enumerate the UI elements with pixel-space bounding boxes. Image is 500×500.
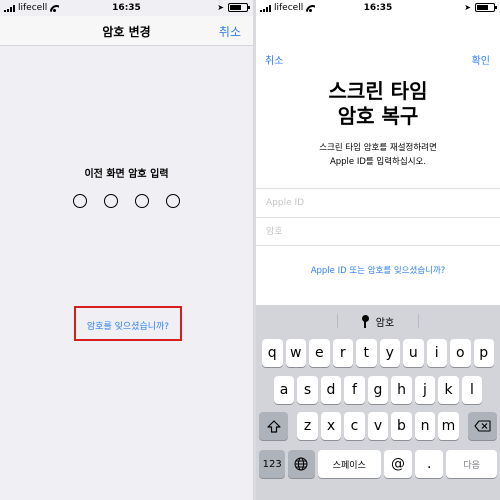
description-line: Apple ID를 입력하십시오. xyxy=(329,157,427,167)
key-y[interactable]: y xyxy=(379,339,400,367)
battery-icon xyxy=(228,3,250,12)
passcode-dot xyxy=(166,194,180,208)
passcode-dot xyxy=(135,194,149,208)
key-s[interactable]: s xyxy=(297,376,318,404)
numbers-key[interactable]: 123 xyxy=(259,450,286,478)
key-a[interactable]: a xyxy=(273,376,295,404)
key-e[interactable]: e xyxy=(309,339,330,367)
at-key[interactable]: @ xyxy=(383,450,413,478)
key-k[interactable]: k xyxy=(438,376,459,404)
backspace-icon xyxy=(474,420,491,432)
title-line: 암호 복구 xyxy=(337,104,419,128)
suggestion-password: 암호 xyxy=(375,317,395,329)
cancel-button[interactable]: 취소 xyxy=(219,23,241,40)
key-q[interactable]: q xyxy=(262,339,283,367)
battery-icon xyxy=(475,3,497,12)
key-w[interactable]: w xyxy=(285,339,306,367)
title-line: 스크린 타임 xyxy=(328,79,428,103)
globe-key[interactable] xyxy=(288,450,315,478)
key-n[interactable]: n xyxy=(414,412,436,440)
suggestion-divider xyxy=(418,314,419,328)
password-input[interactable] xyxy=(256,218,500,245)
apple-id-input[interactable] xyxy=(256,189,500,217)
right-screen: lifecell 16:35 ➤ 취소 확인 스크린 타임 암호 복구 스크린 … xyxy=(256,0,500,500)
passcode-prompt: 이전 화면 암호 입력 xyxy=(84,169,169,180)
keyboard-row-3: z x c v b n m xyxy=(256,412,500,440)
status-bar: lifecell 16:35 ➤ xyxy=(256,0,500,16)
description-line: 스크린 타임 암호를 재설정하려면 xyxy=(319,143,437,153)
highlight-box: 암호를 잊으셨습니까? xyxy=(74,306,182,341)
keyboard-row-1: q w e r t y u i o p xyxy=(256,339,500,367)
suggestion-divider xyxy=(337,314,338,328)
page-title: 암호 변경 xyxy=(102,25,151,39)
space-key[interactable]: 스페이스 xyxy=(317,450,381,478)
key-v[interactable]: v xyxy=(367,412,389,440)
forgot-apple-id-link[interactable]: Apple ID 또는 암호를 잊으셨습니까? xyxy=(256,264,500,276)
key-l[interactable]: l xyxy=(461,376,483,404)
key-u[interactable]: u xyxy=(403,339,424,367)
location-icon: ➤ xyxy=(217,3,224,12)
apple-id-field-row xyxy=(256,188,500,217)
key-r[interactable]: r xyxy=(332,339,353,367)
key-x[interactable]: x xyxy=(320,412,342,440)
keyboard-row-2: a s d f g h j k l xyxy=(256,376,500,404)
delete-key[interactable] xyxy=(468,412,497,440)
key-c[interactable]: c xyxy=(344,412,365,440)
globe-icon xyxy=(294,457,308,471)
key-d[interactable]: d xyxy=(320,376,342,404)
shift-icon xyxy=(266,419,281,433)
key-icon xyxy=(361,314,370,328)
cancel-button[interactable]: 취소 xyxy=(265,52,283,67)
keyboard: 암호 q w e r t y u i o p a s d f g h j k l xyxy=(256,305,500,500)
passcode-dots[interactable] xyxy=(0,194,253,208)
description: 스크린 타임 암호를 재설정하려면 Apple ID를 입력하십시오. xyxy=(256,141,500,169)
key-j[interactable]: j xyxy=(414,376,436,404)
shift-key[interactable] xyxy=(259,412,288,440)
period-key[interactable]: . xyxy=(415,450,444,478)
passcode-dot xyxy=(104,194,118,208)
key-g[interactable]: g xyxy=(367,376,389,404)
password-field-row xyxy=(256,217,500,246)
suggestion-bar[interactable]: 암호 xyxy=(256,305,500,337)
keyboard-row-4: 123 스페이스 @ . 다음 xyxy=(256,450,500,478)
page-title: 스크린 타임 암호 복구 xyxy=(256,79,500,129)
confirm-button[interactable]: 확인 xyxy=(472,52,490,67)
status-bar: lifecell 16:35 ➤ xyxy=(0,0,253,16)
location-icon: ➤ xyxy=(464,3,471,12)
status-time: 16:35 xyxy=(112,3,141,13)
key-m[interactable]: m xyxy=(438,412,459,440)
key-p[interactable]: p xyxy=(473,339,494,367)
key-o[interactable]: o xyxy=(450,339,471,367)
next-key[interactable]: 다음 xyxy=(446,450,497,478)
key-t[interactable]: t xyxy=(356,339,377,367)
key-i[interactable]: i xyxy=(426,339,447,367)
forgot-passcode-link[interactable]: 암호를 잊으셨습니까? xyxy=(76,319,180,332)
key-f[interactable]: f xyxy=(344,376,365,404)
key-z[interactable]: z xyxy=(297,412,318,440)
passcode-dot xyxy=(73,194,87,208)
key-h[interactable]: h xyxy=(391,376,412,404)
nav-bar: 암호 변경 취소 xyxy=(0,16,253,46)
key-b[interactable]: b xyxy=(391,412,412,440)
left-screen: lifecell 16:35 ➤ 암호 변경 취소 이전 화면 암호 입력 암호… xyxy=(0,0,253,500)
